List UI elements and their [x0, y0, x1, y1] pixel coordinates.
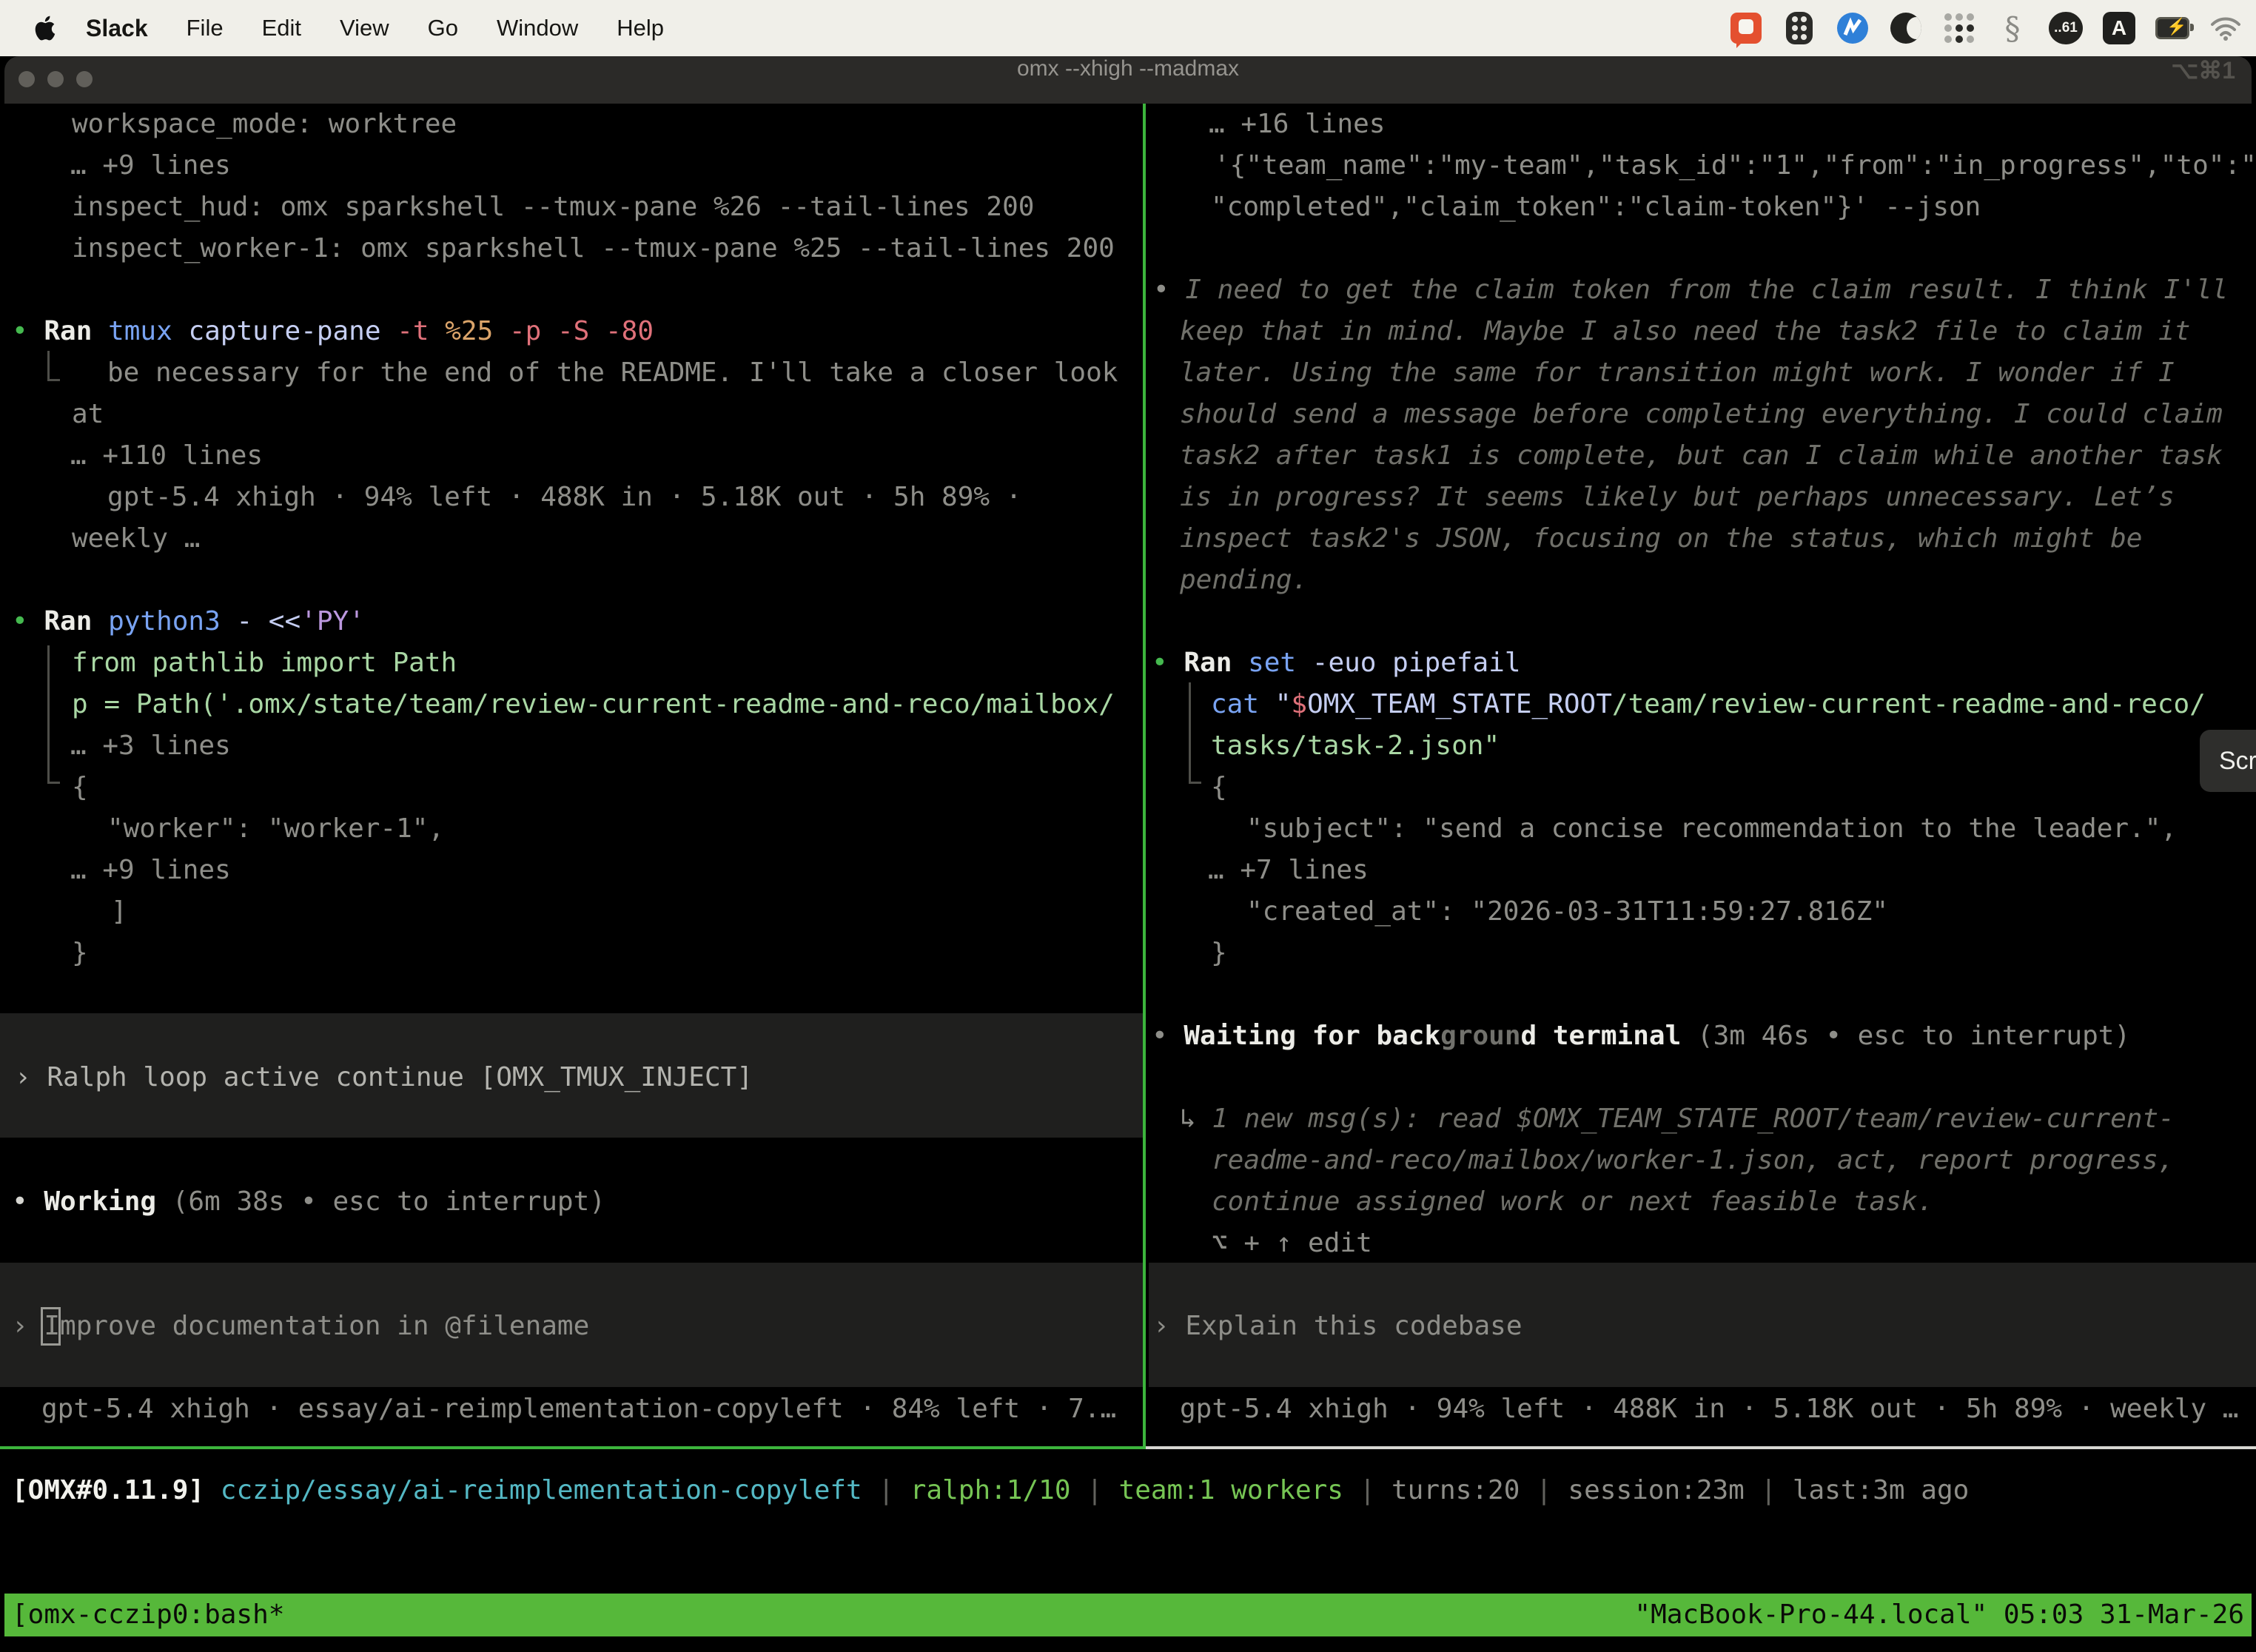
left-pane-line: › Improve documentation in @filename	[12, 1306, 589, 1347]
left-pane-line: p = Path('.omx/state/team/review-current…	[72, 684, 1115, 725]
input-source-icon[interactable]: A	[2102, 11, 2136, 45]
left-pane-line: ]	[111, 891, 127, 933]
right-pane-line: should send a message before completing …	[1180, 394, 2223, 435]
output-tree-connector	[47, 351, 60, 381]
menu-bar: Slack File Edit View Go Window Help §	[0, 0, 2256, 56]
left-pane-line: {	[72, 767, 88, 808]
right-pane-line: "created_at": "2026-03-31T11:59:27.816Z"	[1246, 891, 1888, 933]
screen: Slack File Edit View Go Window Help §	[0, 0, 2256, 1652]
left-pane-line: gpt-5.4 xhigh · essay/ai-reimplementatio…	[41, 1389, 1116, 1430]
right-pane-line: … +16 lines	[1209, 104, 1385, 145]
left-pane-line: workspace_mode: worktree	[72, 104, 457, 145]
tooltip: Scre	[2200, 730, 2256, 792]
right-pane-line: continue assigned work or next feasible …	[1212, 1181, 1933, 1223]
right-pane-line: inspect task2's JSON, focusing on the st…	[1180, 518, 2142, 560]
left-pane-line: … +3 lines	[70, 725, 231, 767]
window-shortcut-hint: ⌥⌘1	[2171, 56, 2235, 104]
left-pane-line: weekly …	[72, 518, 200, 560]
left-pane-line: … +9 lines	[70, 850, 231, 891]
left-pane-line: … +9 lines	[70, 145, 231, 187]
left-pane-border	[0, 1446, 1146, 1449]
right-pane-line: later. Using the same for transition mig…	[1180, 352, 2175, 394]
blue-bolt-badge-icon[interactable]	[1836, 11, 1870, 45]
right-pane-line: ⌥ + ↑ edit	[1212, 1223, 1372, 1264]
menu-item-go[interactable]: Go	[428, 15, 458, 41]
right-pane-line: › Explain this codebase	[1153, 1306, 1523, 1347]
right-pane-line: keep that in mind. Maybe I also need the…	[1180, 311, 2190, 352]
right-pane-line: • I need to get the claim token from the…	[1153, 269, 2228, 311]
output-tree-connector	[1189, 682, 1201, 784]
output-tree-connector	[47, 645, 60, 784]
left-pane-line: "worker": "worker-1",	[107, 808, 444, 850]
apple-menu-icon[interactable]	[33, 13, 58, 43]
left-pane-line: be necessary for the end of the README. …	[107, 352, 1118, 394]
right-pane-line: tasks/task-2.json"	[1211, 725, 1500, 767]
left-pane-line: from pathlib import Path	[72, 642, 457, 684]
menu-item-view[interactable]: View	[340, 15, 389, 41]
count-badge-icon[interactable]: ..61	[2049, 11, 2083, 45]
dark-crescent-icon[interactable]	[1889, 11, 1923, 45]
left-pane-line: at	[72, 394, 104, 435]
right-pane-line: ↳ 1 new msg(s): read $OMX_TEAM_STATE_ROO…	[1180, 1098, 2175, 1140]
right-pane-line: }	[1211, 933, 1227, 974]
left-pane-line: inspect_worker-1: omx sparkshell --tmux-…	[72, 228, 1115, 269]
tmux-status-bar: [omx-cczip0:bash* "MacBook-Pro-44.local"…	[4, 1594, 2252, 1636]
right-pane-line: task2 after task1 is complete, but can I…	[1180, 435, 2223, 477]
menu-item-help[interactable]: Help	[617, 15, 664, 41]
right-pane-border	[1146, 1446, 2256, 1449]
left-pane-line: inspect_hud: omx sparkshell --tmux-pane …	[72, 187, 1034, 228]
right-pane-line: … +7 lines	[1208, 850, 1369, 891]
dots-grid-icon[interactable]	[1942, 11, 1976, 45]
section-squiggle-icon[interactable]: §	[1995, 11, 2030, 45]
window-title: omx --xhigh --madmax	[0, 56, 2256, 104]
tmux-host-clock: "MacBook-Pro-44.local" 05:03 31-Mar-26	[1634, 1594, 2244, 1636]
right-pane-line: "completed","claim_token":"claim-token"}…	[1211, 187, 1981, 228]
menu-item-window[interactable]: Window	[497, 15, 578, 41]
pane-divider[interactable]	[1143, 104, 1146, 1448]
right-pane-line: cat "$OMX_TEAM_STATE_ROOT/team/review-cu…	[1211, 684, 2206, 725]
left-pane-line: • Working (6m 38s • esc to interrupt)	[12, 1181, 605, 1223]
battery-icon[interactable]: ⚡	[2155, 11, 2189, 45]
menu-item-edit[interactable]: Edit	[262, 15, 301, 41]
right-pane-line: • Ran set -euo pipefail	[1152, 642, 1521, 684]
right-pane-line: "subject": "send a concise recommendatio…	[1246, 808, 2177, 850]
right-pane-line: • Waiting for background terminal (3m 46…	[1152, 1015, 2130, 1057]
menu-item-file[interactable]: File	[187, 15, 224, 41]
wifi-icon[interactable]	[2209, 11, 2243, 45]
left-pane-line: › Ralph loop active continue [OMX_TMUX_I…	[15, 1057, 753, 1098]
chat-badge-icon[interactable]	[1729, 11, 1763, 45]
omx-status-line: [OMX#0.11.9] cczip/essay/ai-reimplementa…	[12, 1470, 1969, 1511]
text-cursor	[41, 1307, 61, 1346]
tmux-session-label: [omx-cczip0:bash*	[12, 1594, 284, 1636]
menu-status-icons: § ..61 A ⚡	[1729, 0, 2243, 56]
left-pane-line: gpt-5.4 xhigh · 94% left · 488K in · 5.1…	[107, 477, 1021, 518]
right-pane-line: {	[1211, 767, 1227, 808]
right-pane-line: pending.	[1180, 560, 1308, 601]
left-pane-line: • Ran python3 - <<'PY'	[12, 601, 365, 642]
right-pane-line: '{"team_name":"my-team","task_id":"1","f…	[1214, 145, 2256, 187]
left-pane-line: … +110 lines	[70, 435, 263, 477]
right-pane-line: is in progress? It seems likely but perh…	[1180, 477, 2175, 518]
keypad-shield-icon[interactable]	[1782, 11, 1816, 45]
right-pane-line: gpt-5.4 xhigh · 94% left · 488K in · 5.1…	[1180, 1389, 2238, 1430]
menu-app-name[interactable]: Slack	[86, 15, 148, 42]
left-pane-line: }	[72, 933, 88, 974]
left-pane-line: • Ran tmux capture-pane -t %25 -p -S -80	[12, 311, 654, 352]
right-pane-line: readme-and-reco/mailbox/worker-1.json, a…	[1212, 1140, 2174, 1181]
